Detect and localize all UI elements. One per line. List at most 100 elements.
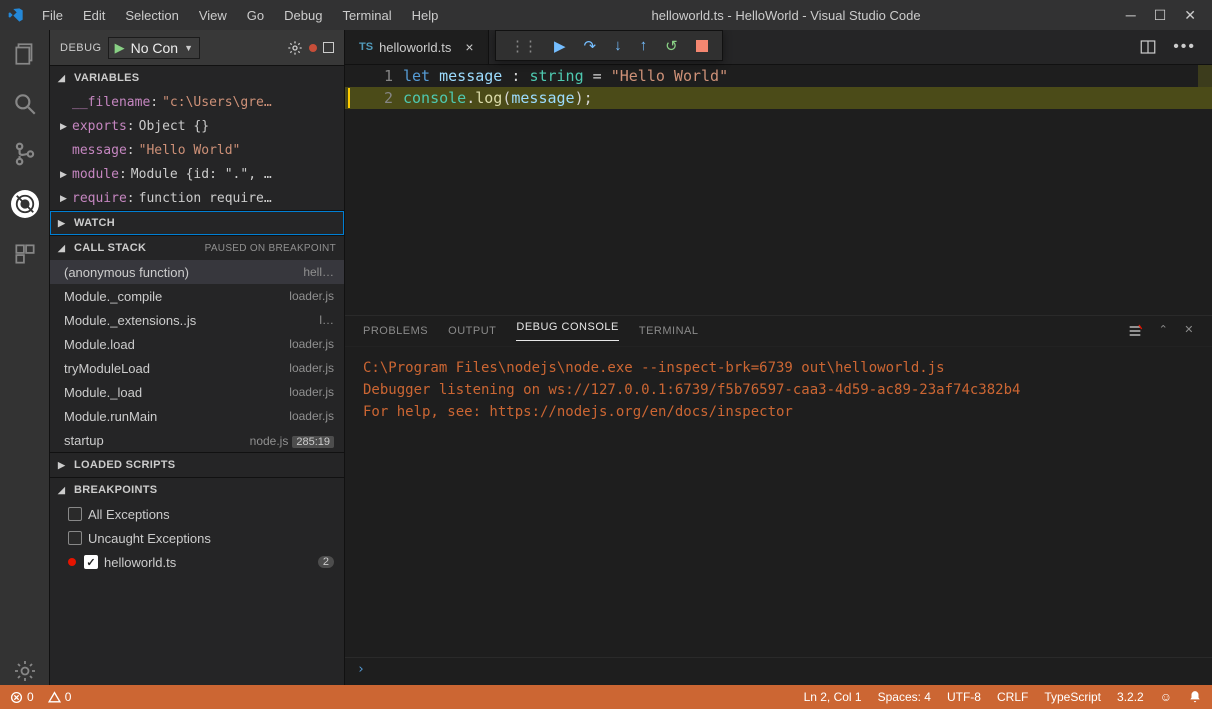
- variable-row[interactable]: ▶module:Module {id: ".", …: [50, 162, 344, 186]
- status-errors[interactable]: 0: [10, 690, 34, 704]
- drag-grip-icon[interactable]: ⋮⋮: [510, 37, 536, 55]
- notifications-bell-icon[interactable]: [1188, 690, 1202, 704]
- menu-go[interactable]: Go: [239, 4, 272, 27]
- menu-edit[interactable]: Edit: [75, 4, 113, 27]
- tab-terminal[interactable]: TERMINAL: [639, 325, 699, 337]
- menu-debug[interactable]: Debug: [276, 4, 330, 27]
- play-icon[interactable]: ▶: [115, 40, 125, 56]
- checkbox-icon[interactable]: [68, 507, 82, 521]
- debug-label: DEBUG: [60, 42, 102, 54]
- tab-problems[interactable]: PROBLEMS: [363, 325, 428, 337]
- continue-icon[interactable]: ▶: [554, 37, 566, 55]
- debug-toolbar[interactable]: ⋮⋮ ▶ ↷ ↓ ↑ ↺: [495, 30, 723, 61]
- status-encoding[interactable]: UTF-8: [947, 690, 981, 704]
- loadedscripts-header[interactable]: ▶ LOADED SCRIPTS: [50, 453, 344, 477]
- more-actions-icon[interactable]: •••: [1173, 38, 1196, 56]
- minimap[interactable]: [1198, 65, 1212, 87]
- tab-output[interactable]: OUTPUT: [448, 325, 496, 337]
- status-indent[interactable]: Spaces: 4: [878, 690, 931, 704]
- menu-view[interactable]: View: [191, 4, 235, 27]
- watch-header[interactable]: ▶ WATCH: [50, 211, 344, 235]
- window-title: helloworld.ts - HelloWorld - Visual Stud…: [446, 8, 1125, 23]
- typescript-file-icon: TS: [359, 41, 373, 53]
- debug-config-selector[interactable]: ▶ No Con ▼: [108, 37, 200, 59]
- callstack-item[interactable]: Module._extensions..jsl…: [50, 308, 344, 332]
- breakpoints-header[interactable]: ◢ BREAKPOINTS: [50, 478, 344, 502]
- variables-header[interactable]: ◢ VARIABLES: [50, 66, 344, 90]
- menu-selection[interactable]: Selection: [117, 4, 186, 27]
- stop-icon[interactable]: [696, 40, 708, 52]
- variables-title: VARIABLES: [74, 72, 139, 84]
- checkbox-icon[interactable]: [68, 531, 82, 545]
- variable-row[interactable]: __filename:"c:\Users\gre…: [50, 90, 344, 114]
- extensions-icon[interactable]: [11, 240, 39, 268]
- callstack-item[interactable]: Module._loadloader.js: [50, 380, 344, 404]
- close-panel-icon[interactable]: ✕: [1184, 323, 1194, 339]
- restart-icon[interactable]: ↺: [665, 37, 678, 55]
- debug-icon[interactable]: [11, 190, 39, 218]
- breakpoint-item[interactable]: All Exceptions: [50, 502, 344, 526]
- settings-gear-icon[interactable]: [11, 657, 39, 685]
- debug-sidebar: DEBUG ▶ No Con ▼ ◢ VARIABLES __filename:…: [50, 30, 345, 685]
- code-editor[interactable]: 1 let message : string = "Hello World" 2…: [345, 65, 1212, 315]
- callstack-item[interactable]: tryModuleLoadloader.js: [50, 356, 344, 380]
- debug-header: DEBUG ▶ No Con ▼: [50, 30, 344, 65]
- callstack-item[interactable]: (anonymous function)hell…: [50, 260, 344, 284]
- tab-debug-console[interactable]: DEBUG CONSOLE: [516, 321, 618, 341]
- split-editor-icon[interactable]: [1139, 38, 1157, 56]
- minimize-icon[interactable]: ─: [1126, 7, 1136, 24]
- debug-config-gear-icon[interactable]: [287, 40, 303, 56]
- step-over-icon[interactable]: ↷: [584, 37, 597, 55]
- variable-row[interactable]: ▶require:function require…: [50, 186, 344, 210]
- editor-pane: TS helloworld.ts × ⋮⋮ ▶ ↷ ↓ ↑ ↺ •••: [345, 30, 1212, 685]
- activity-bar: [0, 30, 50, 685]
- collapse-panel-icon[interactable]: ⌃: [1159, 323, 1169, 339]
- debug-console-input[interactable]: ›: [345, 657, 1212, 685]
- status-cursor[interactable]: Ln 2, Col 1: [804, 690, 862, 704]
- menu-help[interactable]: Help: [404, 4, 447, 27]
- callstack-state: PAUSED ON BREAKPOINT: [205, 243, 336, 254]
- callstack-item[interactable]: Module._compileloader.js: [50, 284, 344, 308]
- callstack-item[interactable]: Module.runMainloader.js: [50, 404, 344, 428]
- variable-row[interactable]: ▶exports:Object {}: [50, 114, 344, 138]
- callstack-item[interactable]: Module.loadloader.js: [50, 332, 344, 356]
- status-ts-version[interactable]: 3.2.2: [1117, 690, 1144, 704]
- source-control-icon[interactable]: [11, 140, 39, 168]
- watch-title: WATCH: [74, 217, 115, 229]
- callstack-title: CALL STACK: [74, 242, 146, 254]
- statusbar: 0 0 Ln 2, Col 1 Spaces: 4 UTF-8 CRLF Typ…: [0, 685, 1212, 709]
- line-number: 1: [363, 67, 403, 85]
- status-warnings[interactable]: 0: [48, 690, 72, 704]
- callstack-header[interactable]: ◢ CALL STACK PAUSED ON BREAKPOINT: [50, 236, 344, 260]
- editor-tab[interactable]: TS helloworld.ts ×: [345, 30, 489, 64]
- clear-console-icon[interactable]: [1127, 323, 1143, 339]
- chevron-down-icon[interactable]: ▼: [184, 43, 193, 53]
- editor-tabbar: TS helloworld.ts × ⋮⋮ ▶ ↷ ↓ ↑ ↺ •••: [345, 30, 1212, 65]
- close-icon[interactable]: ✕: [1184, 7, 1196, 24]
- menu-terminal[interactable]: Terminal: [334, 4, 399, 27]
- tab-close-icon[interactable]: ×: [465, 39, 473, 55]
- menubar: File Edit Selection View Go Debug Termin…: [34, 4, 446, 27]
- breakpoint-item[interactable]: Uncaught Exceptions: [50, 526, 344, 550]
- maximize-icon[interactable]: ☐: [1154, 7, 1167, 24]
- search-icon[interactable]: [11, 90, 39, 118]
- breakpoint-dot-icon: [68, 558, 76, 566]
- breakpoint-item[interactable]: ✓helloworld.ts 2: [50, 550, 344, 574]
- status-language[interactable]: TypeScript: [1044, 690, 1101, 704]
- breakpoints-title: BREAKPOINTS: [74, 484, 157, 496]
- callstack-item[interactable]: startupnode.js285:19: [50, 428, 344, 452]
- collapse-icon: ◢: [58, 485, 68, 496]
- status-eol[interactable]: CRLF: [997, 690, 1028, 704]
- debug-console-output[interactable]: C:\Program Files\nodejs\node.exe --inspe…: [345, 347, 1212, 657]
- bottom-panel: PROBLEMS OUTPUT DEBUG CONSOLE TERMINAL ⌃…: [345, 315, 1212, 685]
- debug-console-toggle-icon[interactable]: [323, 42, 334, 53]
- explorer-icon[interactable]: [11, 40, 39, 68]
- collapse-icon: ◢: [58, 73, 68, 84]
- step-into-icon[interactable]: ↓: [614, 37, 622, 54]
- variables-section: ◢ VARIABLES __filename:"c:\Users\gre… ▶e…: [50, 65, 344, 210]
- feedback-smiley-icon[interactable]: ☺: [1160, 690, 1172, 704]
- variable-row[interactable]: message:"Hello World": [50, 138, 344, 162]
- menu-file[interactable]: File: [34, 4, 71, 27]
- checkbox-checked-icon[interactable]: ✓: [84, 555, 98, 569]
- step-out-icon[interactable]: ↑: [640, 37, 648, 54]
